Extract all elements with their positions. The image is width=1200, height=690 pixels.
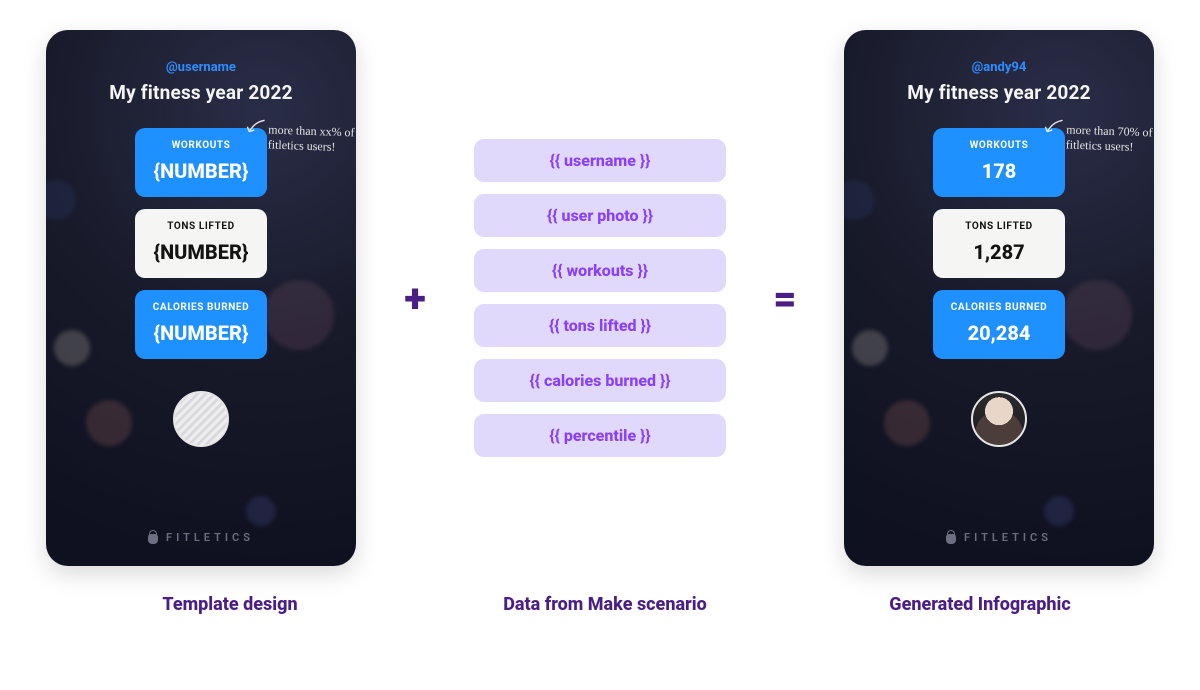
annotation-text: more than 70% of fitletics users! [1066, 122, 1153, 153]
tons-value: {NUMBER} [143, 240, 259, 264]
calories-card: CALORIES BURNED {NUMBER} [135, 290, 267, 359]
card-title: My fitness year 2022 [109, 81, 293, 104]
arrow-icon [244, 116, 267, 139]
username-value: @andy94 [972, 60, 1027, 75]
annotation-text: more than xx% of fitletics users! [268, 122, 355, 153]
data-pills: {{ username }} {{ user photo }} {{ worko… [474, 139, 726, 457]
plus-operator: + [397, 275, 433, 322]
data-column: {{ username }} {{ user photo }} {{ worko… [474, 139, 726, 457]
kettlebell-icon [148, 532, 158, 544]
username-placeholder: @username [166, 60, 236, 75]
avatar-placeholder [173, 391, 229, 447]
brand-text: FITLETICS [964, 531, 1052, 544]
captions-row: Template design Data from Make scenario … [0, 566, 1200, 615]
tons-label: TONS LIFTED [941, 221, 1057, 232]
card-title: My fitness year 2022 [907, 81, 1091, 104]
brand-row: FITLETICS [46, 531, 356, 544]
arrow-icon [1042, 116, 1065, 139]
diagram-stage: @username My fitness year 2022 more than… [0, 0, 1200, 566]
caption-generated: Generated Infographic [830, 594, 1130, 615]
workouts-label: WORKOUTS [941, 140, 1057, 151]
tons-label: TONS LIFTED [143, 221, 259, 232]
workouts-label: WORKOUTS [143, 140, 259, 151]
avatar [971, 391, 1027, 447]
caption-data: Data from Make scenario [425, 594, 785, 615]
handwritten-annotation: more than 70% of fitletics users! [1066, 122, 1154, 155]
pill-username: {{ username }} [474, 139, 726, 182]
calories-label: CALORIES BURNED [143, 302, 259, 313]
template-phone: @username My fitness year 2022 more than… [46, 30, 356, 566]
calories-value: {NUMBER} [143, 321, 259, 345]
tons-value: 1,287 [941, 240, 1057, 264]
workouts-value: {NUMBER} [143, 159, 259, 183]
brand-text: FITLETICS [166, 531, 254, 544]
tons-card: TONS LIFTED 1,287 [933, 209, 1065, 278]
calories-label: CALORIES BURNED [941, 302, 1057, 313]
kettlebell-icon [946, 532, 956, 544]
tons-card: TONS LIFTED {NUMBER} [135, 209, 267, 278]
calories-card: CALORIES BURNED 20,284 [933, 290, 1065, 359]
pill-user-photo: {{ user photo }} [474, 194, 726, 237]
pill-workouts: {{ workouts }} [474, 249, 726, 292]
calories-value: 20,284 [941, 321, 1057, 345]
workouts-card: WORKOUTS 178 [933, 128, 1065, 197]
workouts-card: WORKOUTS {NUMBER} [135, 128, 267, 197]
stat-cards: WORKOUTS {NUMBER} TONS LIFTED {NUMBER} C… [135, 128, 267, 359]
pill-calories-burned: {{ calories burned }} [474, 359, 726, 402]
caption-template: Template design [80, 594, 380, 615]
pill-tons-lifted: {{ tons lifted }} [474, 304, 726, 347]
workouts-value: 178 [941, 159, 1057, 183]
handwritten-annotation: more than xx% of fitletics users! [268, 122, 356, 155]
stat-cards: WORKOUTS 178 TONS LIFTED 1,287 CALORIES … [933, 128, 1065, 359]
generated-phone: @andy94 My fitness year 2022 more than 7… [844, 30, 1154, 566]
brand-row: FITLETICS [844, 531, 1154, 544]
equals-operator: = [767, 275, 803, 322]
pill-percentile: {{ percentile }} [474, 414, 726, 457]
